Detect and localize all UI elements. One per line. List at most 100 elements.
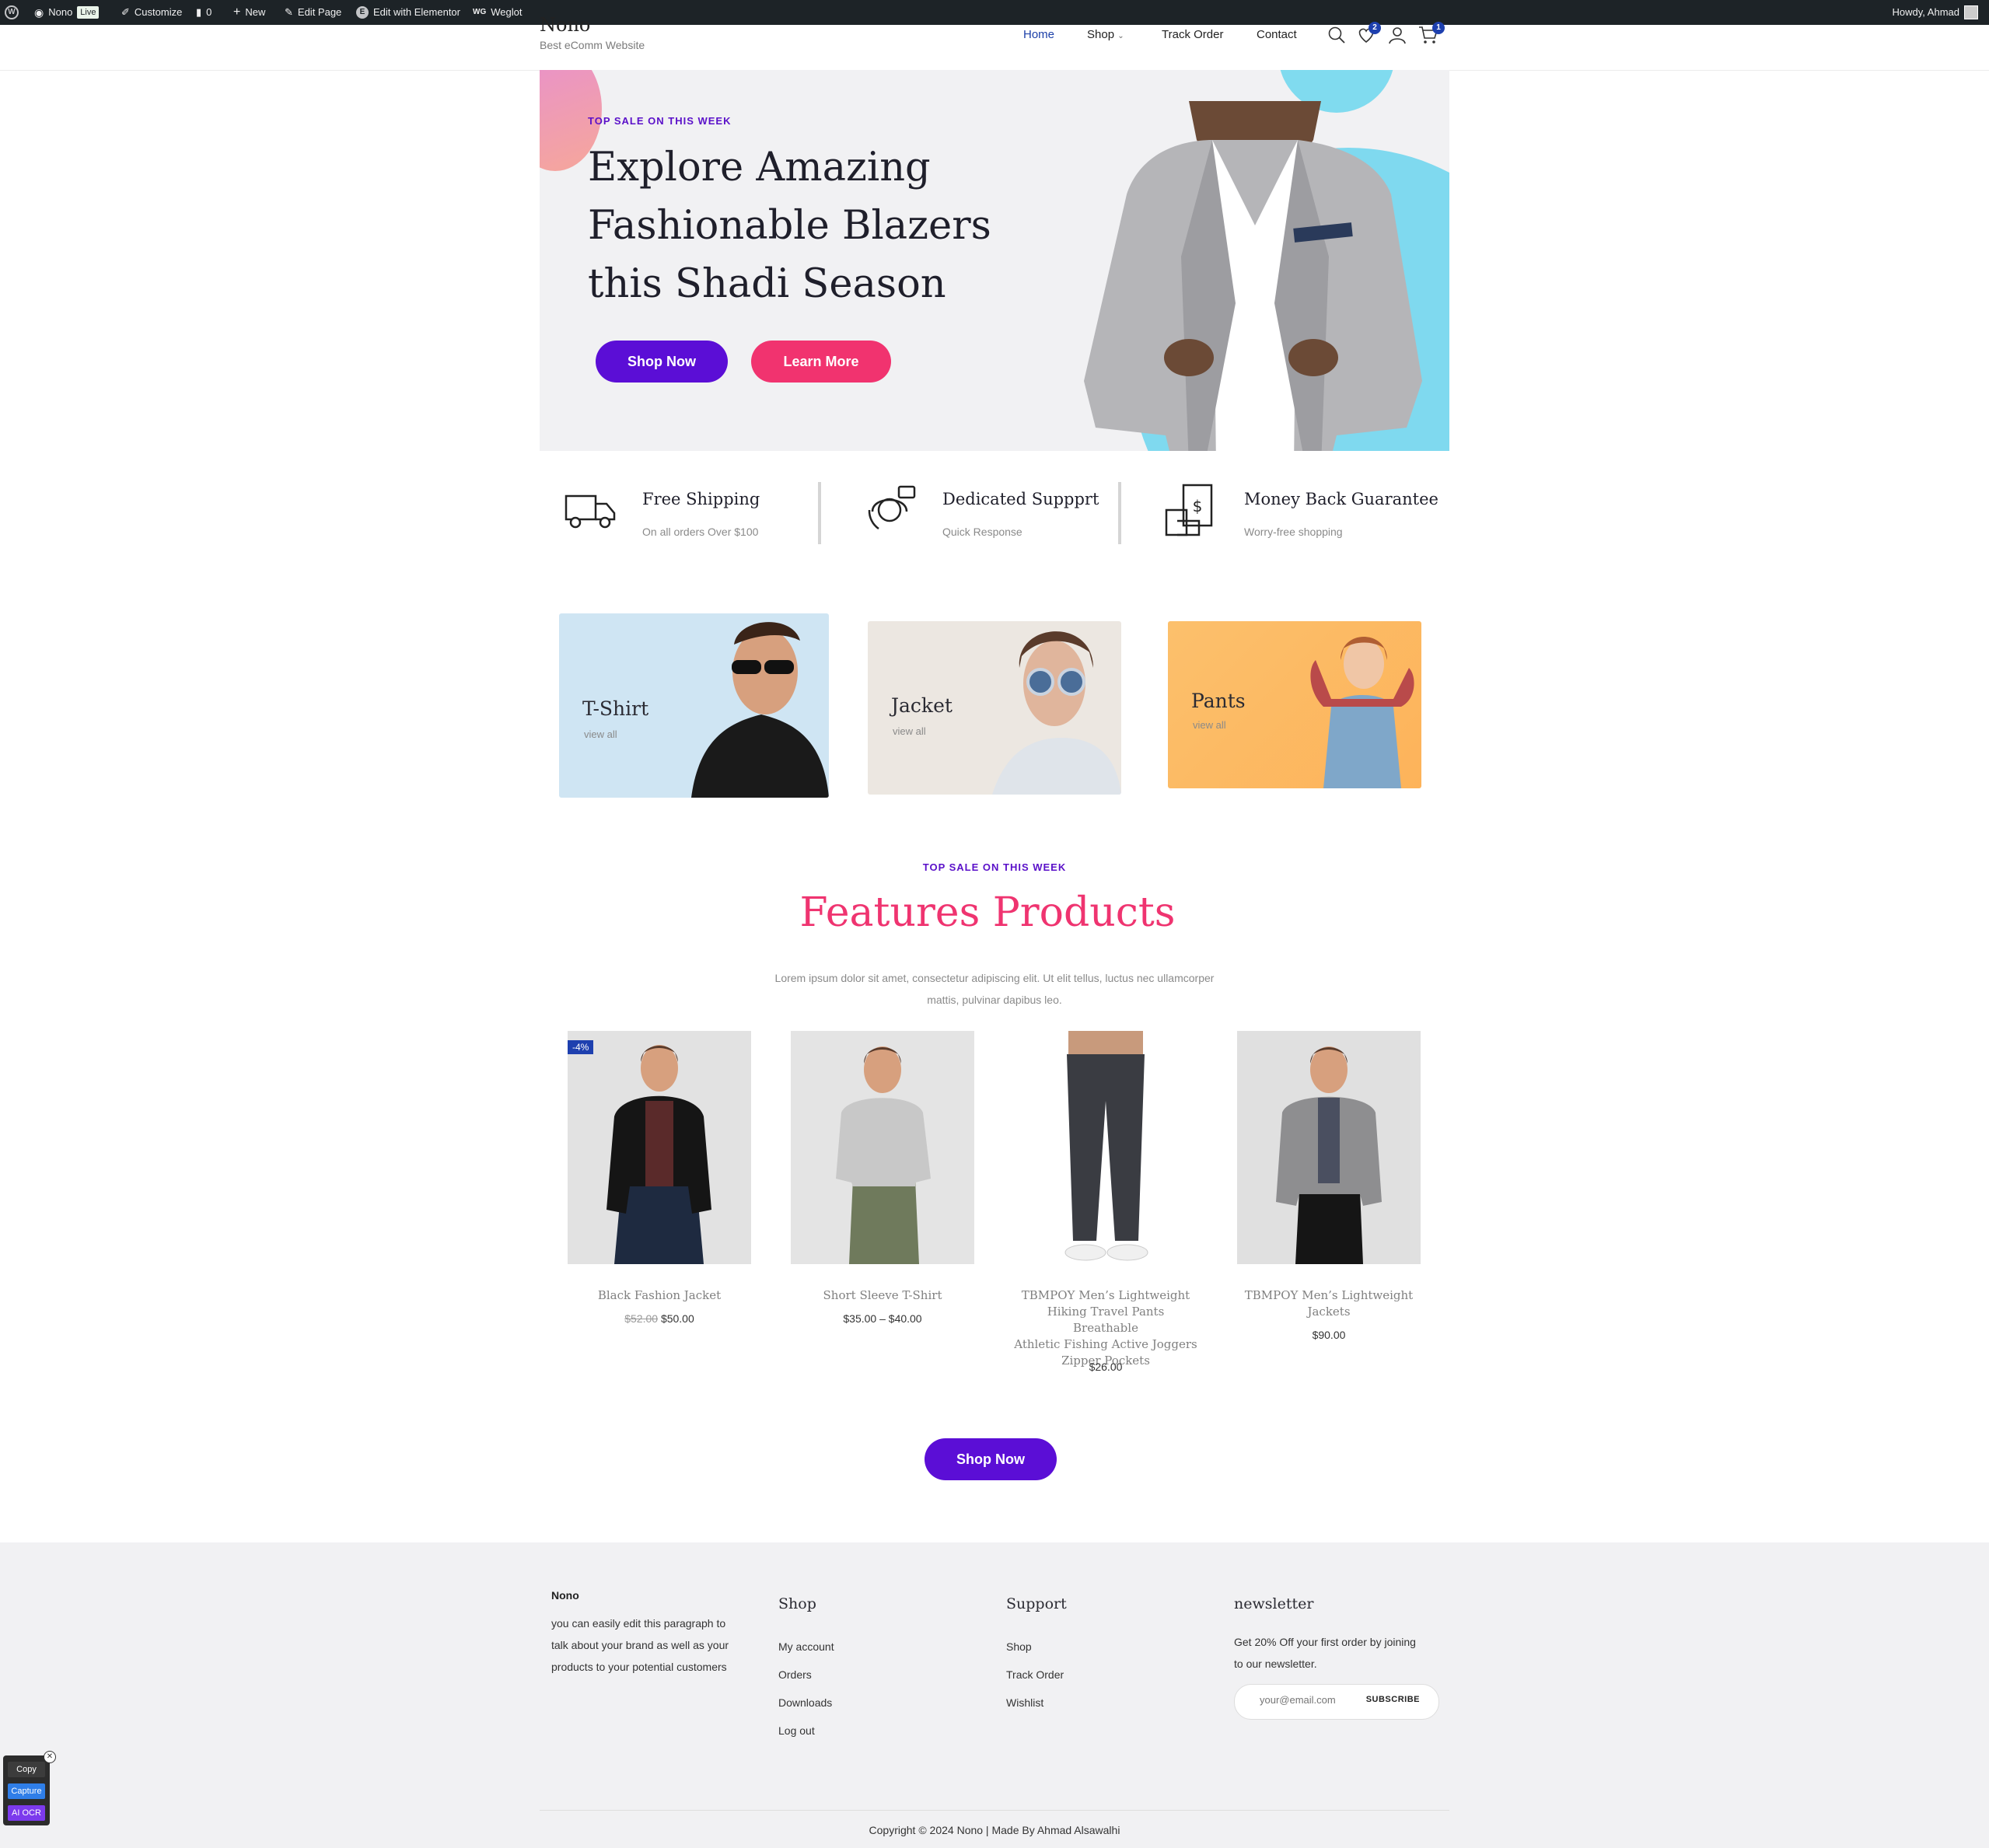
product-title[interactable]: Short Sleeve T-Shirt xyxy=(791,1287,974,1304)
admin-site-link[interactable]: ◉ Nono Live xyxy=(34,0,100,25)
hero-shop-now-button[interactable]: Shop Now xyxy=(596,341,728,383)
comment-icon: ▮ xyxy=(196,6,202,18)
support-icon xyxy=(868,485,916,530)
wordpress-logo-icon[interactable]: W xyxy=(5,0,19,25)
section-shop-now-button[interactable]: Shop Now xyxy=(925,1438,1057,1480)
feature-title: Dedicated Suppprt xyxy=(942,490,1099,508)
hero-learn-more-button[interactable]: Learn More xyxy=(751,341,891,383)
footer-divider xyxy=(540,1810,1449,1811)
product-photo xyxy=(1014,1031,1197,1264)
footer-link-downloads[interactable]: Downloads xyxy=(778,1696,832,1709)
brush-icon: ✐ xyxy=(121,6,130,18)
close-icon[interactable]: ✕ xyxy=(44,1751,56,1763)
customize-link[interactable]: ✐ Customize xyxy=(121,0,182,25)
search-icon[interactable] xyxy=(1327,25,1347,45)
footer-link-track-order[interactable]: Track Order xyxy=(1006,1668,1064,1681)
footer-link-wishlist[interactable]: Wishlist xyxy=(1006,1696,1043,1709)
newsletter-form: SUBSCRIBE xyxy=(1234,1684,1439,1720)
category-view-all-link[interactable]: view all xyxy=(584,728,617,740)
account-menu[interactable]: Howdy, Ahmad xyxy=(1893,0,1978,25)
plus-icon: + xyxy=(233,5,241,19)
hero-title: Explore Amazing Fashionable Blazers this… xyxy=(588,145,991,307)
footer-about: you can easily edit this paragraph to ta… xyxy=(551,1617,729,1673)
category-image xyxy=(1310,637,1414,788)
subscribe-button[interactable]: SUBSCRIBE xyxy=(1362,1694,1424,1705)
newsletter-email-input[interactable] xyxy=(1258,1693,1370,1707)
svg-text:$: $ xyxy=(1193,497,1203,515)
edit-page-link[interactable]: ✎ Edit Page xyxy=(285,0,341,25)
product-price: $35.00 – $40.00 xyxy=(843,1312,922,1325)
category-title: Jacket xyxy=(891,694,953,717)
product-image[interactable] xyxy=(1237,1031,1421,1264)
product-image[interactable] xyxy=(791,1031,974,1264)
feature-subtitle: On all orders Over $100 xyxy=(642,526,759,538)
weglot-link[interactable]: WG Weglot xyxy=(473,0,522,25)
feature-subtitle: Worry-free shopping xyxy=(1244,526,1343,538)
divider xyxy=(818,482,821,544)
new-content-link[interactable]: + New xyxy=(233,0,265,25)
copy-button[interactable]: Copy xyxy=(8,1762,45,1777)
footer-link-shop[interactable]: Shop xyxy=(1006,1640,1032,1653)
site-title[interactable]: Nono xyxy=(540,14,590,36)
ai-ocr-button[interactable]: AI OCR xyxy=(8,1805,45,1821)
hero-kicker: TOP SALE ON THIS WEEK xyxy=(588,115,732,127)
product-image[interactable] xyxy=(1014,1031,1197,1264)
avatar xyxy=(1964,5,1978,19)
site-header: Nono Best eComm Website Home Shop ⌄ Trac… xyxy=(0,14,1989,71)
category-card-pants[interactable]: Pants view all xyxy=(1168,621,1421,788)
footer-shop-heading: Shop xyxy=(778,1595,816,1612)
wishlist-button[interactable]: 2 xyxy=(1356,22,1381,49)
product-photo xyxy=(791,1031,974,1264)
footer-link-orders[interactable]: Orders xyxy=(778,1668,812,1681)
product-price: $90.00 xyxy=(1312,1329,1346,1341)
capture-button[interactable]: Capture xyxy=(8,1783,45,1799)
site-tagline: Best eComm Website xyxy=(540,39,645,51)
product-price: $52.00 $50.00 xyxy=(624,1312,694,1325)
section-description: Lorem ipsum dolor sit amet, consectetur … xyxy=(774,972,1215,1006)
product-image[interactable]: -4% xyxy=(568,1031,751,1264)
divider xyxy=(1118,482,1121,544)
category-view-all-link[interactable]: view all xyxy=(1193,719,1226,731)
wishlist-count-badge: 2 xyxy=(1369,22,1381,34)
product-photo xyxy=(1237,1031,1421,1264)
footer-link-logout[interactable]: Log out xyxy=(778,1724,815,1737)
site-footer: Nono you can easily edit this paragraph … xyxy=(0,1542,1989,1848)
product-title[interactable]: TBMPOY Men’s Lightweight Jackets xyxy=(1237,1287,1421,1320)
category-title: T-Shirt xyxy=(582,697,649,720)
category-card-jacket[interactable]: Jacket view all xyxy=(868,621,1121,795)
nav-track-order[interactable]: Track Order xyxy=(1162,25,1223,45)
product-title[interactable]: Black Fashion Jacket xyxy=(568,1287,751,1304)
nav-home[interactable]: Home xyxy=(1023,25,1054,45)
cart-button[interactable]: 1 xyxy=(1418,22,1445,49)
category-image xyxy=(992,631,1121,795)
dashboard-icon: ◉ xyxy=(34,6,44,19)
product-title[interactable]: TBMPOY Men’s Lightweight Hiking Travel P… xyxy=(1014,1287,1197,1369)
category-card-tshirt[interactable]: T-Shirt view all xyxy=(559,613,829,798)
ocr-widget: ✕ Copy Capture AI OCR xyxy=(3,1751,56,1825)
nav-shop[interactable]: Shop ⌄ xyxy=(1087,25,1124,47)
edit-elementor-link[interactable]: E Edit with Elementor xyxy=(356,0,460,25)
newsletter-text: Get 20% Off your first order by joining … xyxy=(1234,1636,1416,1670)
category-title: Pants xyxy=(1191,690,1246,712)
truck-icon xyxy=(565,494,616,529)
feature-subtitle: Quick Response xyxy=(942,526,1022,538)
admin-bar: W ◉ Nono Live ✐ Customize ▮ 0 + New ✎ Ed… xyxy=(0,0,1989,25)
pencil-icon: ✎ xyxy=(285,6,293,18)
footer-link-my-account[interactable]: My account xyxy=(778,1640,834,1653)
category-view-all-link[interactable]: view all xyxy=(893,725,926,737)
nav-contact[interactable]: Contact xyxy=(1257,25,1297,45)
user-icon[interactable] xyxy=(1387,25,1407,45)
hero-model-image xyxy=(1084,101,1422,451)
hero-banner: TOP SALE ON THIS WEEK Explore Amazing Fa… xyxy=(540,70,1449,451)
category-image xyxy=(691,622,829,798)
section-kicker: TOP SALE ON THIS WEEK xyxy=(922,861,1067,873)
product-price: $26.00 xyxy=(1089,1361,1123,1373)
comments-link[interactable]: ▮ 0 xyxy=(196,0,211,25)
feature-title: Money Back Guarantee xyxy=(1244,490,1438,508)
product-photo xyxy=(568,1031,751,1264)
copyright: Copyright © 2024 Nono | Made By Ahmad Al… xyxy=(869,1824,1120,1836)
sale-badge: -4% xyxy=(568,1040,594,1054)
weglot-icon: WG xyxy=(473,8,487,16)
cart-count-badge: 1 xyxy=(1432,22,1445,34)
footer-support-heading: Support xyxy=(1006,1595,1067,1612)
